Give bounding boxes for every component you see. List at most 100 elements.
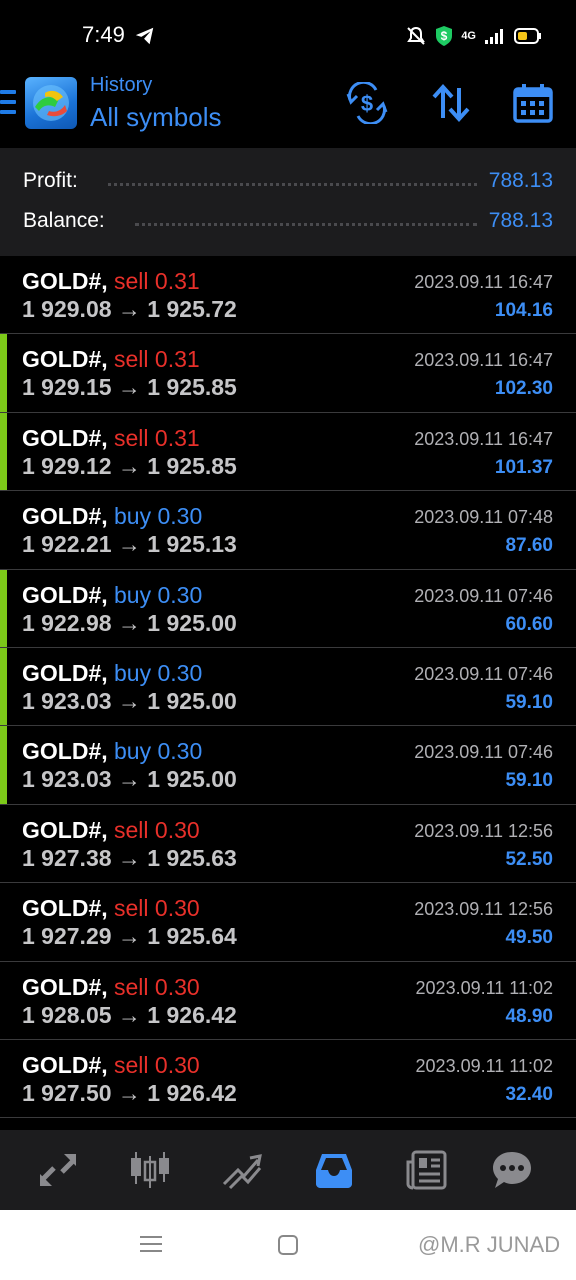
svg-text:$: $	[361, 91, 373, 116]
trade-profit: 101.37	[494, 456, 553, 478]
trade-prices: 1 929.12 → 1 925.85	[22, 452, 237, 479]
watermark: @M.R JUNAD	[418, 1232, 561, 1257]
trade-row[interactable]: GOLD#, buy 0.30 1 923.03 → 1 925.00 2023…	[0, 726, 576, 805]
trade-title: GOLD#, buy 0.30	[22, 503, 202, 530]
trade-type-lots: sell 0.30	[114, 973, 200, 1000]
news-icon[interactable]	[404, 1148, 448, 1192]
status-time: 7:49	[82, 22, 125, 47]
trade-time: 2023.09.11 12:56	[414, 899, 553, 920]
trade-symbol: GOLD#,	[22, 503, 108, 530]
home-icon[interactable]	[278, 1235, 298, 1255]
bell-muted-icon	[407, 26, 426, 45]
trade-row[interactable]: GOLD#, buy 0.30 1 922.21 → 1 925.13 2023…	[0, 491, 576, 570]
trade-prices: 1 928.05 → 1 926.42	[22, 1001, 237, 1028]
trade-time: 2023.09.11 16:47	[414, 350, 553, 371]
recent-apps-icon[interactable]	[140, 1236, 162, 1254]
trade-profit: 52.50	[505, 848, 553, 870]
trade-time: 2023.09.11 07:46	[414, 663, 553, 684]
trade-prices: 1 927.38 → 1 925.63	[22, 844, 237, 871]
trade-row[interactable]: GOLD#, sell 0.31 1 929.15 → 1 925.85 202…	[0, 334, 576, 413]
profit-row: Profit: 788.13	[23, 166, 553, 196]
trade-row[interactable]: GOLD#, sell 0.31 1 929.12 → 1 925.85 202…	[0, 412, 576, 492]
chart-candles-icon[interactable]	[128, 1148, 172, 1192]
trade-type-lots: buy 0.30	[114, 659, 203, 686]
telegram-icon	[135, 27, 154, 45]
trade-symbol: GOLD#,	[22, 895, 108, 922]
bottom-nav	[0, 1130, 576, 1210]
trade-row[interactable]: GOLD#, sell 0.30 1 927.38 → 1 925.63 202…	[0, 804, 576, 884]
metatrader-logo-icon	[25, 77, 77, 129]
trade-row[interactable]: GOLD#, sell 0.30 1 927.29 → 1 925.64 202…	[0, 883, 576, 962]
trade-type-lots: sell 0.31	[114, 424, 200, 451]
trade-type-lots: sell 0.30	[114, 895, 200, 922]
trade-symbol: GOLD#,	[22, 816, 108, 843]
trade-title: GOLD#, buy 0.30	[22, 660, 202, 687]
trade-time: 2023.09.11 12:56	[414, 820, 553, 841]
summary-panel: Profit: 788.13 Balance: 788.13	[0, 148, 576, 256]
battery-icon	[514, 28, 541, 44]
trade-title: GOLD#, sell 0.30	[22, 974, 200, 1001]
menu-icon[interactable]	[0, 90, 16, 116]
trade-profit: 102.30	[494, 378, 553, 400]
trade-prices: 1 922.98 → 1 925.00	[22, 609, 237, 636]
svg-text:$: $	[441, 29, 448, 43]
trade-prices: 1 929.15 → 1 925.85	[22, 374, 237, 401]
trade-profit: 59.10	[505, 770, 553, 792]
trade-icon[interactable]	[36, 1148, 80, 1192]
dotted-leader	[134, 222, 477, 226]
trade-list: GOLD#, sell 0.31 1 929.08 → 1 925.72 202…	[0, 256, 576, 1119]
trade-title: GOLD#, buy 0.30	[22, 738, 202, 765]
system-nav-bar: @M.R JUNAD	[0, 1210, 576, 1280]
trade-title: GOLD#, buy 0.30	[22, 582, 202, 609]
trade-prices: 1 929.08 → 1 925.72	[22, 296, 237, 322]
trade-prices: 1 927.29 → 1 925.64	[22, 923, 237, 950]
trade-type-lots: sell 0.31	[114, 346, 200, 373]
trade-time: 2023.09.11 07:46	[414, 742, 553, 763]
profit-label: Profit:	[23, 169, 78, 192]
trade-profit: 59.10	[505, 691, 553, 713]
trade-row[interactable]: GOLD#, sell 0.30 1 927.50 → 1 926.42 202…	[0, 1039, 576, 1119]
signal-icon	[485, 29, 503, 44]
status-bar: 7:49 $ 4G	[0, 0, 576, 72]
trade-title: GOLD#, sell 0.31	[22, 268, 200, 295]
trade-symbol: GOLD#,	[22, 659, 108, 686]
trade-symbol: GOLD#,	[22, 346, 108, 373]
trade-time: 2023.09.11 11:02	[415, 1055, 553, 1076]
trade-prices: 1 927.50 → 1 926.42	[22, 1079, 237, 1106]
dollar-exchange-icon[interactable]: $	[346, 82, 388, 124]
trade-row[interactable]: GOLD#, sell 0.30 1 928.05 → 1 926.42 202…	[0, 961, 576, 1040]
trade-symbol: GOLD#,	[22, 424, 108, 451]
network-type: 4G	[461, 29, 476, 42]
trade-prices: 1 923.03 → 1 925.00	[22, 766, 237, 793]
chat-icon[interactable]	[490, 1148, 534, 1192]
trade-profit: 87.60	[505, 535, 553, 557]
history-inbox-icon[interactable]	[312, 1148, 356, 1192]
trade-time: 2023.09.11 11:02	[415, 977, 553, 998]
trade-symbol: GOLD#,	[22, 738, 108, 765]
symbol-filter[interactable]: All symbols	[90, 102, 221, 133]
app-header: History All symbols $	[0, 72, 576, 148]
trade-row[interactable]: GOLD#, sell 0.31 1 929.08 → 1 925.72 202…	[0, 256, 576, 335]
trade-profit: 60.60	[505, 613, 553, 635]
trade-type-lots: buy 0.30	[114, 738, 203, 765]
trade-profit: 48.90	[505, 1005, 553, 1027]
trade-row[interactable]: GOLD#, buy 0.30 1 923.03 → 1 925.00 2023…	[0, 647, 576, 727]
trade-symbol: GOLD#,	[22, 1051, 108, 1078]
calendar-icon[interactable]	[512, 82, 554, 124]
balance-value: 788.13	[488, 209, 553, 232]
balance-row: Balance: 788.13	[23, 206, 553, 236]
dotted-leader	[107, 182, 477, 186]
trade-symbol: GOLD#,	[22, 973, 108, 1000]
trade-time: 2023.09.11 16:47	[414, 272, 553, 292]
trade-type-lots: sell 0.30	[114, 1051, 200, 1078]
trade-type-lots: buy 0.30	[114, 581, 203, 608]
trade-profit: 104.16	[494, 300, 553, 321]
shield-dollar-icon: $	[436, 26, 453, 46]
quotes-trend-icon[interactable]	[220, 1148, 264, 1192]
trade-prices: 1 923.03 → 1 925.00	[22, 687, 237, 714]
trade-time: 2023.09.11 07:46	[414, 585, 553, 606]
trade-title: GOLD#, sell 0.31	[22, 346, 200, 373]
sort-icon[interactable]	[430, 82, 472, 124]
trade-row[interactable]: GOLD#, buy 0.30 1 922.98 → 1 925.00 2023…	[0, 569, 576, 648]
trade-title: GOLD#, sell 0.30	[22, 895, 200, 922]
